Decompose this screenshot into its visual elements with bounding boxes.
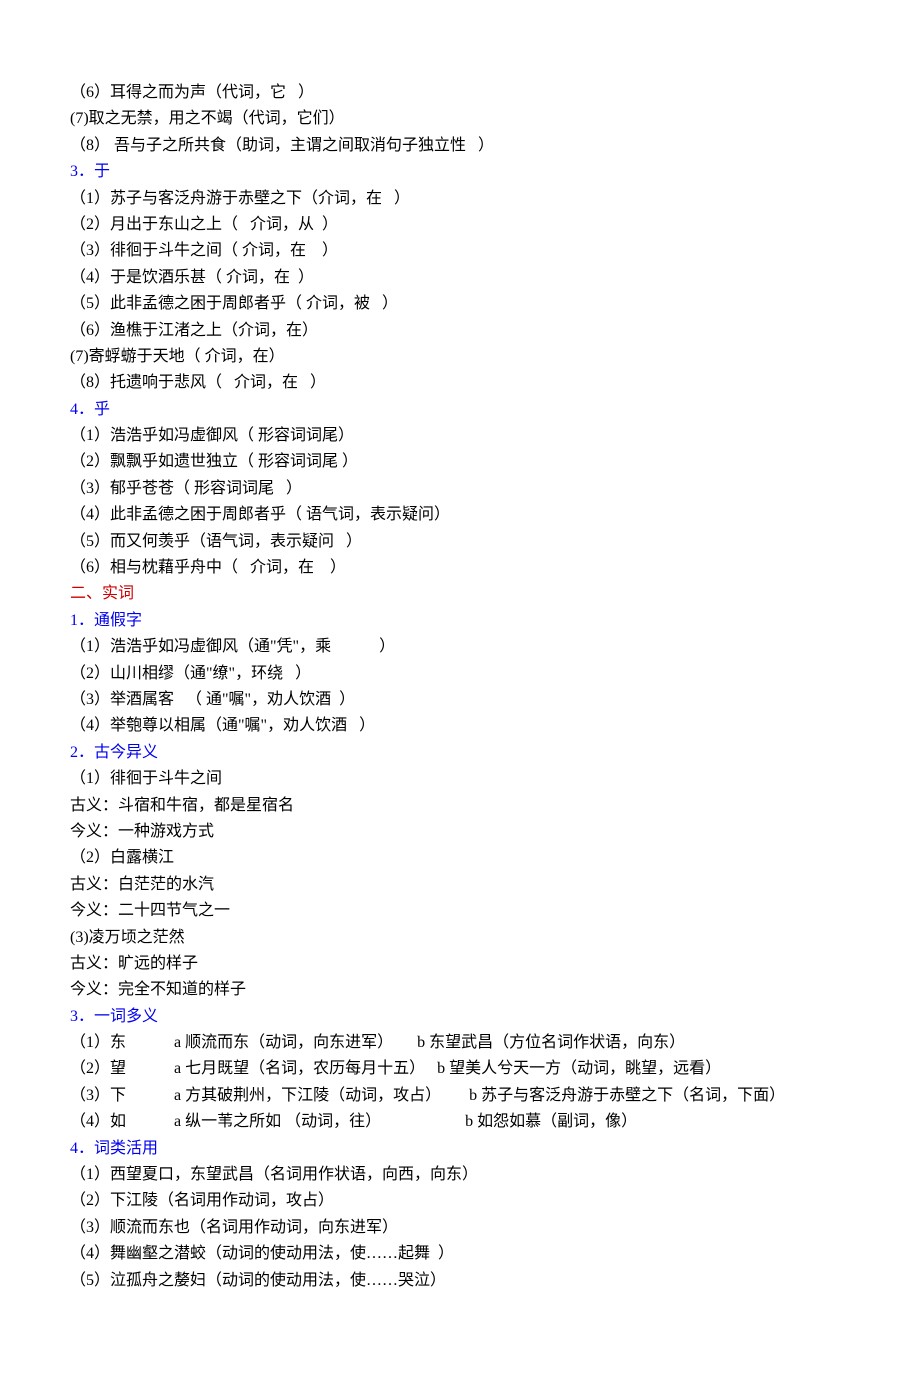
text-line: （2）山川相缪（通"缭"，环绕 ）: [70, 661, 850, 687]
text-line: （8） 吾与子之所共食（助词，主谓之间取消句子独立性 ）: [70, 133, 850, 159]
document-body: （6）耳得之而为声（代词，它 ）(7)取之无禁，用之不竭（代词，它们）（8） 吾…: [70, 80, 850, 1294]
text-line: （1）浩浩乎如冯虚御风（ 形容词词尾）: [70, 423, 850, 449]
text-line: 今义：二十四节气之一: [70, 898, 850, 924]
text-line: 1．通假字: [70, 608, 850, 634]
text-line: （6）耳得之而为声（代词，它 ）: [70, 80, 850, 106]
text-line: （3）举酒属客 （ 通"嘱"，劝人饮酒 ）: [70, 687, 850, 713]
text-line: 4．词类活用: [70, 1136, 850, 1162]
text-line: 今义：完全不知道的样子: [70, 977, 850, 1003]
text-line: （2）白露横江: [70, 845, 850, 871]
text-line: （4）如 a 纵一苇之所如 （动词，往） b 如怨如慕（副词，像）: [70, 1109, 850, 1135]
text-line: （1）苏子与客泛舟游于赤壁之下（介词，在 ）: [70, 186, 850, 212]
text-line: 4．乎: [70, 397, 850, 423]
text-line: 二、实词: [70, 581, 850, 607]
text-line: 今义：一种游戏方式: [70, 819, 850, 845]
text-line: 古义：斗宿和牛宿，都是星宿名: [70, 793, 850, 819]
text-line: （4）此非孟德之困于周郎者乎（ 语气词，表示疑问）: [70, 502, 850, 528]
text-line: （4）于是饮酒乐甚（ 介词，在 ）: [70, 265, 850, 291]
text-line: 古义：旷远的样子: [70, 951, 850, 977]
text-line: （3）徘徊于斗牛之间（ 介词，在 ）: [70, 238, 850, 264]
text-line: （1）东 a 顺流而东（动词，向东进军） b 东望武昌（方位名词作状语，向东）: [70, 1030, 850, 1056]
text-line: （2）月出于东山之上（ 介词，从 ）: [70, 212, 850, 238]
text-line: (3)凌万顷之茫然: [70, 925, 850, 951]
text-line: （2）望 a 七月既望（名词，农历每月十五） b 望美人兮天一方（动词，眺望，远…: [70, 1056, 850, 1082]
text-line: 3．于: [70, 159, 850, 185]
text-line: 3．一词多义: [70, 1004, 850, 1030]
text-line: （5）此非孟德之困于周郎者乎（ 介词，被 ）: [70, 291, 850, 317]
text-line: （3）郁乎苍苍（ 形容词词尾 ）: [70, 476, 850, 502]
text-line: （3）下 a 方其破荆州，下江陵（动词，攻占） b 苏子与客泛舟游于赤壁之下（名…: [70, 1083, 850, 1109]
text-line: （2）下江陵（名词用作动词，攻占）: [70, 1188, 850, 1214]
text-line: 古义：白茫茫的水汽: [70, 872, 850, 898]
text-line: （2）飘飘乎如遗世独立（ 形容词词尾 ）: [70, 449, 850, 475]
text-line: （5）泣孤舟之嫠妇（动词的使动用法，使……哭泣）: [70, 1268, 850, 1294]
text-line: 2．古今异义: [70, 740, 850, 766]
text-line: （6）渔樵于江渚之上（介词，在）: [70, 318, 850, 344]
text-line: （4）举匏尊以相属（通"嘱"，劝人饮酒 ）: [70, 713, 850, 739]
text-line: (7)寄蜉蝣于天地（ 介词，在）: [70, 344, 850, 370]
text-line: （3）顺流而东也（名词用作动词，向东进军）: [70, 1215, 850, 1241]
text-line: （1）西望夏口，东望武昌（名词用作状语，向西，向东）: [70, 1162, 850, 1188]
text-line: （8）托遗响于悲风（ 介词，在 ）: [70, 370, 850, 396]
text-line: （4）舞幽壑之潜蛟（动词的使动用法，使……起舞 ）: [70, 1241, 850, 1267]
text-line: （5）而又何羡乎（语气词，表示疑问 ）: [70, 529, 850, 555]
text-line: (7)取之无禁，用之不竭（代词，它们）: [70, 106, 850, 132]
text-line: （1）浩浩乎如冯虚御风（通"凭"，乘 ）: [70, 634, 850, 660]
text-line: （1）徘徊于斗牛之间: [70, 766, 850, 792]
text-line: （6）相与枕藉乎舟中（ 介词，在 ）: [70, 555, 850, 581]
